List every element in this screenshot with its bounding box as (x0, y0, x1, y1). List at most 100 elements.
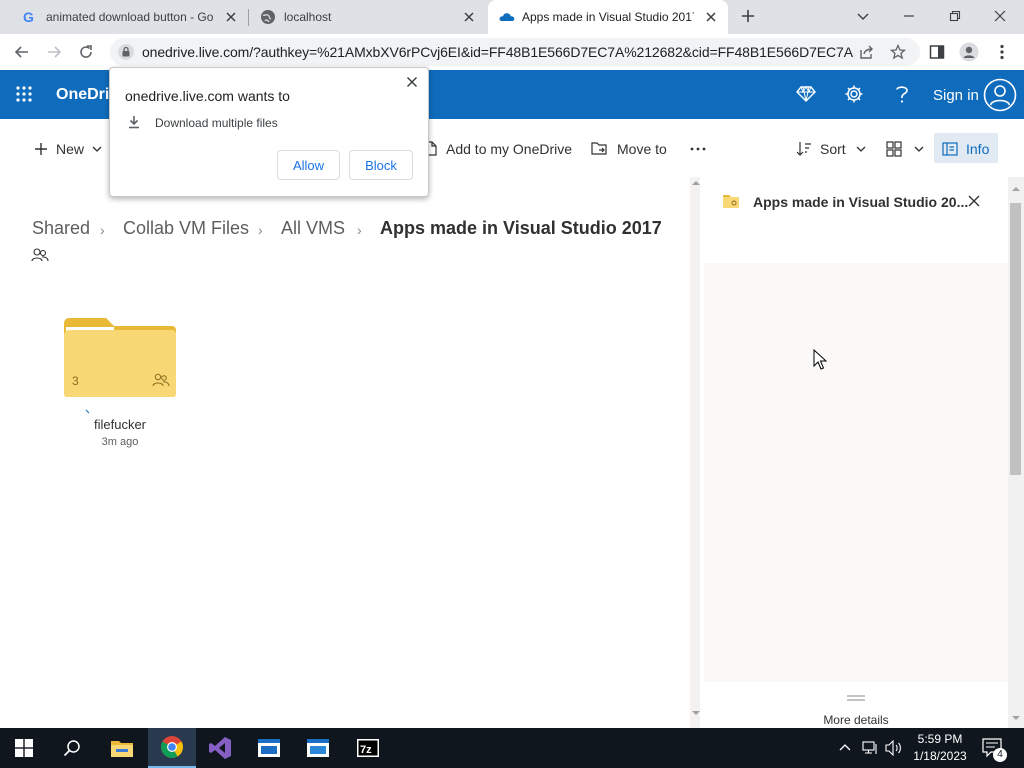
chrome-taskbar-icon[interactable] (148, 728, 196, 768)
profile-avatar-icon[interactable] (955, 38, 983, 66)
visual-studio-taskbar-icon[interactable] (196, 728, 244, 768)
sign-in-link[interactable]: Sign in (933, 87, 979, 104)
sort-button[interactable]: Sort (796, 137, 874, 161)
info-pane-title: Apps made in Visual Studio 20... (753, 194, 969, 210)
app-window-taskbar-icon[interactable] (245, 728, 293, 768)
search-icon (63, 740, 80, 757)
breadcrumb-all-vms[interactable]: All VMS (281, 218, 345, 239)
forward-button[interactable] (40, 38, 68, 66)
file-explorer-taskbar-icon[interactable] (98, 728, 146, 768)
app-launcher-icon[interactable] (12, 82, 36, 106)
content-scrollbar[interactable] (690, 177, 700, 728)
tab-title: Apps made in Visual Studio 2017 (522, 10, 694, 24)
more-details-label: More details (823, 713, 889, 727)
more-actions-icon[interactable] (690, 137, 714, 161)
page-scrollbar[interactable] (1008, 177, 1024, 728)
scrollbar-thumb[interactable] (1010, 203, 1021, 475)
download-permission-dialog: onedrive.live.com wants to Download mult… (109, 67, 429, 197)
browser-tab-strip: G animated download button - Go localhos… (0, 0, 1024, 34)
back-button[interactable] (8, 38, 36, 66)
help-icon[interactable] (890, 82, 914, 106)
windows-taskbar: 7z 5:59 PM 1/18/2023 4 (0, 728, 1024, 768)
close-dialog-icon[interactable] (406, 76, 418, 88)
windows-logo-icon (15, 739, 33, 757)
account-avatar-icon[interactable] (983, 78, 1017, 112)
info-button[interactable]: Info (942, 137, 989, 161)
start-button[interactable] (0, 728, 48, 768)
reload-button[interactable] (72, 38, 100, 66)
globe-icon (260, 9, 276, 25)
show-hidden-icons-icon[interactable] (838, 741, 852, 753)
sync-status-icon (85, 409, 93, 417)
shared-people-icon[interactable] (31, 247, 49, 263)
shared-folder-icon (722, 194, 740, 209)
browser-toolbar: onedrive.live.com/?authkey=%21AMxbXV6rPC… (0, 34, 1024, 70)
info-pane: Apps made in Visual Studio 20... More de… (704, 177, 1008, 728)
close-tab-icon[interactable] (462, 10, 476, 24)
add-to-my-onedrive-button[interactable]: Add to my OneDrive (424, 137, 572, 161)
close-tab-icon[interactable] (224, 10, 238, 24)
breadcrumb-collab-vm-files[interactable]: Collab VM Files (123, 218, 249, 239)
svg-text:G: G (23, 9, 34, 25)
breadcrumb-shared[interactable]: Shared (32, 218, 90, 239)
search-button[interactable] (48, 728, 96, 768)
breadcrumb-separator: › (100, 222, 105, 238)
download-icon (128, 115, 140, 129)
tab-localhost[interactable]: localhost (238, 0, 486, 34)
folder-modified: 3m ago (101, 436, 139, 448)
minimize-button[interactable] (895, 4, 923, 28)
app-window-2-taskbar-icon[interactable] (294, 728, 342, 768)
google-icon: G (22, 9, 38, 25)
restore-button[interactable] (941, 4, 969, 28)
lock-icon[interactable] (118, 43, 134, 61)
notification-count-badge: 4 (993, 748, 1007, 762)
close-window-button[interactable] (986, 4, 1014, 28)
seven-zip-taskbar-icon[interactable]: 7z (344, 728, 392, 768)
mouse-cursor-icon (813, 349, 827, 371)
info-pane-header: Apps made in Visual Studio 20... (704, 177, 1008, 263)
settings-gear-icon[interactable] (842, 82, 866, 106)
clock-date[interactable]: 1/18/2023 (912, 749, 968, 763)
sort-icon (796, 142, 811, 156)
new-label: New (56, 141, 85, 157)
browser-menu-icon[interactable] (988, 38, 1016, 66)
folder-tile[interactable]: 3 filefucker 3m ago (60, 312, 180, 452)
clock-time[interactable]: 5:59 PM (912, 732, 968, 746)
file-list-area: Shared › Collab VM Files › All VMS › App… (0, 177, 700, 728)
tab-onedrive[interactable]: Apps made in Visual Studio 2017 (488, 0, 728, 34)
move-label: Move to (617, 141, 667, 157)
drag-handle-icon (847, 695, 865, 701)
onedrive-cloud-icon (498, 9, 515, 25)
volume-icon[interactable] (885, 740, 903, 756)
network-icon[interactable] (862, 740, 880, 756)
folder-name[interactable]: filefucker (60, 417, 180, 432)
info-label: Info (966, 141, 990, 157)
allow-button[interactable]: Allow (277, 150, 340, 180)
grid-view-icon (886, 141, 902, 157)
url-text: onedrive.live.com/?authkey=%21AMxbXV6rPC… (142, 44, 853, 60)
side-panel-icon[interactable] (923, 38, 951, 66)
plus-icon (35, 143, 47, 155)
close-tab-icon[interactable] (704, 10, 718, 24)
view-options-button[interactable] (886, 137, 932, 161)
close-info-pane-icon[interactable] (967, 194, 981, 208)
tab-google-search[interactable]: G animated download button - Go (0, 0, 248, 34)
breadcrumb-separator: › (258, 222, 263, 238)
new-tab-button[interactable] (734, 4, 762, 28)
premium-diamond-icon[interactable] (794, 82, 818, 106)
share-icon[interactable] (852, 38, 880, 66)
info-pane-icon (942, 142, 958, 156)
move-to-button[interactable]: Move to (591, 137, 667, 161)
block-button[interactable]: Block (349, 150, 413, 180)
tab-title: localhost (284, 10, 332, 24)
more-details-bar[interactable]: More details (704, 682, 1008, 728)
tab-search-chevron-icon[interactable] (849, 4, 877, 28)
chevron-down-icon (914, 146, 924, 152)
new-button[interactable]: New (34, 137, 110, 161)
permission-request-text: Download multiple files (155, 116, 278, 130)
move-folder-icon (591, 142, 607, 155)
folder-shared-icon (152, 373, 170, 387)
breadcrumb-separator: › (357, 222, 362, 238)
address-bar[interactable]: onedrive.live.com/?authkey=%21AMxbXV6rPC… (110, 38, 920, 66)
bookmark-star-icon[interactable] (884, 38, 912, 66)
